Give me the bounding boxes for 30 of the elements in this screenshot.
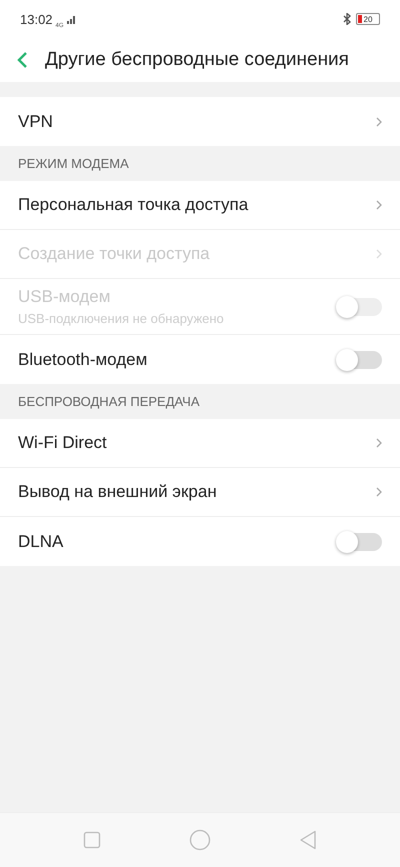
settings-item[interactable]: VPN [0,97,400,146]
toggle-switch[interactable] [338,350,382,368]
settings-item[interactable]: DLNA [0,517,400,566]
bluetooth-icon [343,13,353,25]
section-header: БЕСПРОВОДНАЯ ПЕРЕДАЧА [18,394,200,409]
chevron-icon [376,116,382,126]
page-title: Другие беспроводные соединения [45,49,349,71]
back-icon[interactable] [16,51,28,69]
settings-item[interactable]: Bluetooth-модем [0,335,400,384]
chevron-icon [376,249,382,259]
chevron-icon [376,200,382,210]
item-label: Bluetooth-модем [18,350,148,370]
recent-apps-icon[interactable] [83,831,101,849]
toggle-switch[interactable] [338,532,382,550]
item-label: Wi-Fi Direct [18,433,107,453]
chevron-icon [376,487,382,497]
section-header: РЕЖИМ МОДЕМА [18,156,129,171]
item-label: Персональная точка доступа [18,195,248,215]
settings-item[interactable]: Вывод на внешний экран [0,468,400,517]
item-label: DLNA [18,532,64,552]
settings-item[interactable]: Wi-Fi Direct [0,419,400,468]
chevron-icon [376,438,382,448]
item-label: Вывод на внешний экран [18,482,217,502]
battery-icon: 20 [356,13,380,25]
back-nav-icon[interactable] [299,830,317,850]
item-label: VPN [18,112,53,132]
home-icon[interactable] [189,829,211,851]
settings-item[interactable]: Персональная точка доступа [0,181,400,230]
signal-icon [66,14,77,24]
clock: 13:02 [20,12,53,26]
